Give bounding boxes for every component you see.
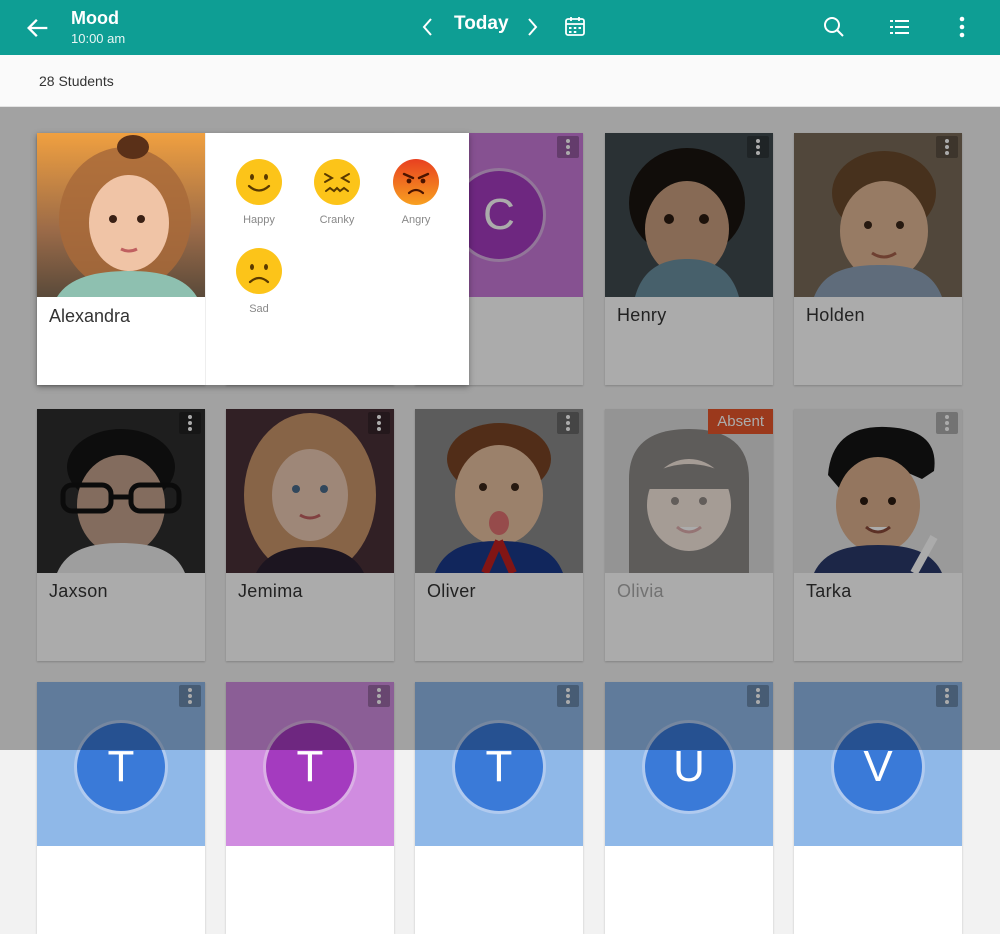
mood-label: Happy: [243, 214, 275, 226]
angry-face-icon: [393, 159, 439, 205]
mood-label: Angry: [401, 214, 431, 226]
calendar-icon[interactable]: [564, 15, 586, 37]
student-photo: [37, 133, 205, 297]
list-view-icon[interactable]: [887, 14, 913, 40]
page-subtitle: 10:00 am: [71, 31, 126, 46]
back-arrow-icon[interactable]: [24, 14, 52, 42]
date-navigator: Today: [418, 10, 598, 44]
mood-label: Sad: [249, 303, 269, 315]
student-name: Alexandra: [49, 306, 131, 326]
mood-option-happy[interactable]: Happy: [227, 158, 291, 226]
mood-picker-popup: Alexandra Happy Cranky Angry Sad: [37, 133, 469, 385]
mood-option-angry[interactable]: Angry: [384, 158, 448, 226]
page-title: Mood: [71, 8, 119, 28]
chevron-left-icon[interactable]: [418, 14, 438, 40]
happy-face-icon: [236, 159, 282, 205]
search-icon[interactable]: [821, 14, 847, 40]
divider: [205, 133, 206, 385]
sad-face-icon: [236, 248, 282, 294]
app-bar: Mood 10:00 am Today: [0, 0, 1000, 55]
cranky-face-icon: [314, 159, 360, 205]
chevron-right-icon[interactable]: [522, 14, 542, 40]
date-label[interactable]: Today: [454, 13, 509, 35]
mood-option-sad[interactable]: Sad: [227, 247, 291, 315]
more-vert-icon[interactable]: [949, 14, 975, 40]
sub-header: 28 Students: [0, 55, 1000, 107]
mood-option-cranky[interactable]: Cranky: [305, 158, 369, 226]
mood-label: Cranky: [319, 214, 355, 226]
student-count: 28 Students: [39, 73, 114, 89]
